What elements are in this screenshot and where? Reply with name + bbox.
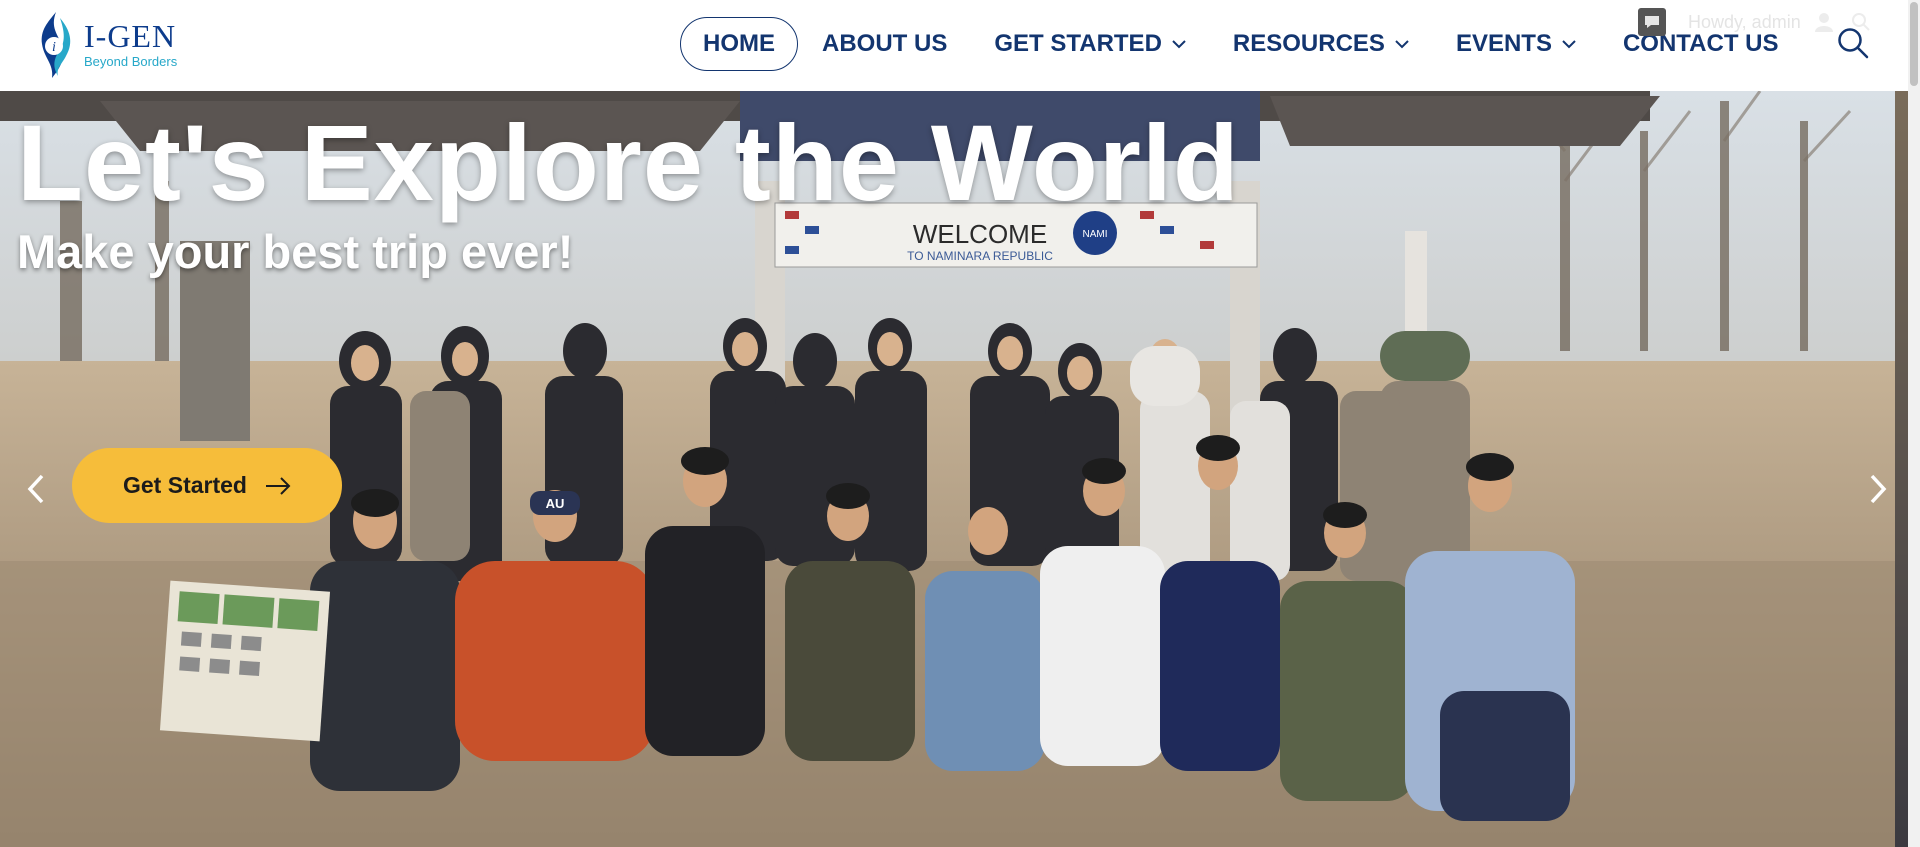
nav-item-label: HOME xyxy=(703,30,775,57)
get-started-button[interactable]: Get Started xyxy=(72,448,342,523)
site-logo[interactable]: i I-GEN Beyond Borders xyxy=(30,8,205,80)
search-icon[interactable] xyxy=(1836,26,1870,60)
chevron-down-icon xyxy=(1562,39,1576,48)
chevron-left-icon[interactable] xyxy=(22,472,50,506)
user-icon[interactable] xyxy=(1814,12,1833,32)
site-header: i I-GEN Beyond Borders HOME ABOUT US GET… xyxy=(0,0,1920,91)
nav-item-label: RESOURCES xyxy=(1232,30,1385,57)
admin-greeting[interactable]: Howdy, admin xyxy=(1688,12,1801,33)
nav-item-events[interactable]: EVENTS xyxy=(1456,17,1576,71)
nav-item-home[interactable]: HOME xyxy=(680,17,798,71)
nav-item-label: EVENTS xyxy=(1455,30,1552,57)
banner-seal: NAMI xyxy=(1083,229,1108,240)
next-slide-preview xyxy=(1895,91,1908,847)
brand-tagline: Beyond Borders xyxy=(84,53,178,69)
nav-item-get-started[interactable]: GET STARTED xyxy=(994,17,1186,71)
chevron-down-icon xyxy=(1395,39,1409,48)
comment-icon[interactable] xyxy=(1638,8,1666,36)
hero-subheadline: Make your best trip ever! xyxy=(17,225,574,278)
chevron-down-icon xyxy=(1172,39,1186,48)
hero-headline: Let's Explore the World xyxy=(17,102,1240,223)
chevron-right-icon[interactable] xyxy=(1864,472,1892,506)
banner-subtitle: TO NAMINARA REPUBLIC xyxy=(907,249,1053,263)
cap-text: AU xyxy=(546,496,565,511)
nav-item-resources[interactable]: RESOURCES xyxy=(1233,17,1409,71)
nav-item-label: ABOUT US xyxy=(822,30,948,57)
brand-name: I-GEN xyxy=(84,17,177,54)
arrow-right-icon xyxy=(265,476,291,495)
page-scrollbar[interactable] xyxy=(1908,0,1920,847)
svg-text:i: i xyxy=(52,40,56,55)
scrollbar-thumb[interactable] xyxy=(1910,2,1918,86)
get-started-label: Get Started xyxy=(123,472,247,498)
logo-emblem-icon: i xyxy=(41,12,71,78)
main-nav: HOME ABOUT US GET STARTED RESOURCES EVEN… xyxy=(680,17,1779,71)
nav-item-about-us[interactable]: ABOUT US xyxy=(822,17,947,71)
nav-item-label: GET STARTED xyxy=(994,30,1162,57)
